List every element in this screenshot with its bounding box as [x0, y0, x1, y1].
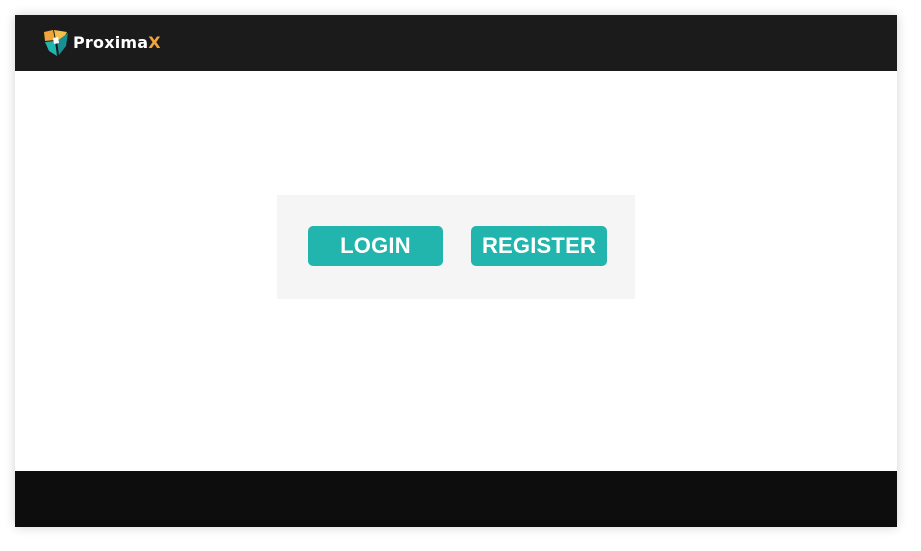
- top-navbar: ProximaX: [15, 15, 897, 71]
- brand-name-accent: X: [148, 33, 161, 52]
- footer-bar: [15, 471, 897, 527]
- brand-link[interactable]: ProximaX: [42, 28, 161, 58]
- register-button[interactable]: REGISTER: [471, 226, 607, 266]
- proximax-logo-icon: [44, 30, 68, 56]
- login-button[interactable]: LOGIN: [308, 226, 443, 266]
- main-content: LOGIN REGISTER: [15, 71, 897, 471]
- auth-panel: LOGIN REGISTER: [277, 195, 635, 299]
- app-frame: ProximaX LOGIN REGISTER: [15, 15, 897, 527]
- brand-name: ProximaX: [73, 35, 161, 51]
- brand-name-main: Proxima: [73, 33, 149, 52]
